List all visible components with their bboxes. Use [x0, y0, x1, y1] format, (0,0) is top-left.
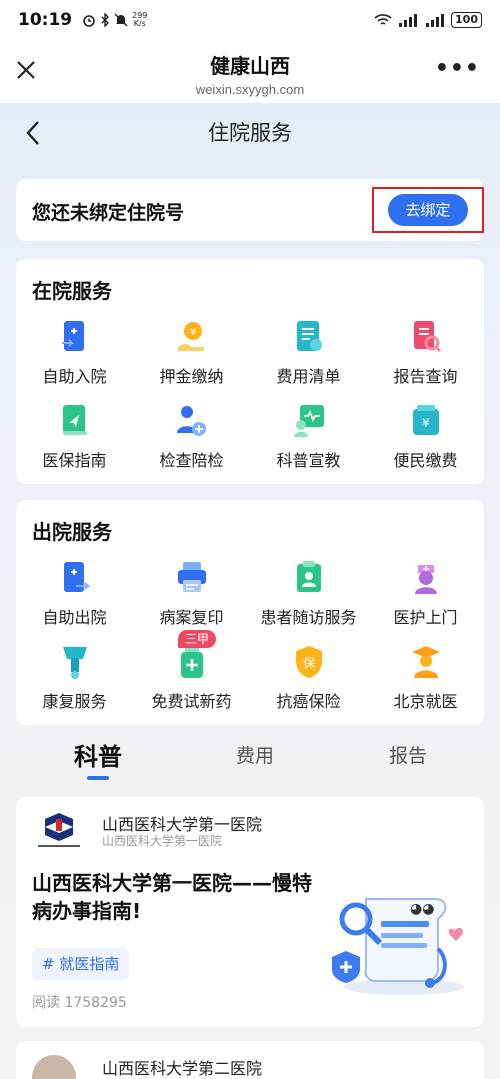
service-label: 北京就医	[393, 692, 458, 711]
miniprogram-title: 健康山西	[210, 54, 290, 78]
service-label: 患者随访服务	[260, 608, 357, 627]
inpatient-grid: 自助入院 ¥ 押金缴纳 费用清单 报告查询 医保指南 检查陪检 科普宣教 ¥ 便…	[16, 319, 484, 475]
tab-reports[interactable]: 报告	[358, 741, 458, 768]
service-expense-list[interactable]: 费用清单	[250, 319, 367, 391]
service-follow-up[interactable]: 患者随访服务	[250, 560, 367, 632]
status-right-icons: 100	[374, 12, 482, 28]
wifi-icon	[374, 14, 392, 25]
nav-bar: 住院服务	[0, 103, 500, 163]
health-education-icon	[293, 405, 324, 437]
service-label: 押金缴纳	[159, 367, 224, 386]
signal-icon	[399, 14, 418, 27]
service-insurance-guide[interactable]: 医保指南	[16, 403, 133, 475]
service-label: 报告查询	[393, 367, 458, 386]
article-tag[interactable]: # 就医指南	[32, 948, 130, 980]
beijing-doctor-icon	[411, 646, 440, 678]
service-label: 病案复印	[159, 608, 224, 627]
article-title: 山西医科大学第一医院——慢特病办事指南!	[32, 871, 312, 923]
svg-text:◕◕: ◕◕	[410, 901, 434, 917]
status-bar: 10:19 299 K/s 100	[0, 0, 500, 40]
service-cancer-insurance[interactable]: 保 抗癌保险	[250, 644, 367, 716]
svg-text:¥: ¥	[422, 416, 430, 430]
service-free-drug-trial[interactable]: 三甲 免费试新药	[133, 630, 250, 716]
service-rehab[interactable]: 康复服务	[16, 644, 133, 716]
rehab-icon	[62, 647, 87, 679]
speed-unit: K/s	[133, 19, 146, 28]
medical-document-illustration: ◕◕	[332, 898, 464, 995]
inpatient-services-card: 在院服务 自助入院 ¥ 押金缴纳 费用清单 报告查询 医保指南 检查陪检 科普宣…	[16, 259, 484, 484]
service-label: 自助出院	[42, 608, 107, 627]
service-label: 康复服务	[42, 692, 107, 711]
record-copy-icon	[177, 562, 206, 592]
svg-text:¥: ¥	[189, 327, 195, 338]
content-tabs: 科普 费用 报告	[0, 735, 500, 785]
bluetooth-icon	[101, 13, 110, 27]
close-icon[interactable]	[14, 58, 38, 82]
service-convenient-payment[interactable]: ¥ 便民缴费	[367, 403, 484, 475]
service-label: 费用清单	[276, 367, 341, 386]
exam-escort-icon	[176, 406, 206, 436]
miniprogram-url: weixin.sxyygh.com	[195, 82, 305, 97]
article-card[interactable]: 山西医科大学第一医院 山西医科大学第一医院 山西医科大学第一医院——慢特病办事指…	[16, 797, 484, 1027]
active-tab-indicator	[87, 776, 109, 780]
battery-icon: 100	[451, 12, 482, 28]
hospital-avatar	[32, 1055, 76, 1079]
service-label: 检查陪检	[159, 451, 224, 470]
service-label: 医保指南	[42, 451, 107, 470]
more-menu-icon[interactable]: •••	[435, 58, 480, 80]
bind-card: 您还未绑定住院号 去绑定	[16, 179, 484, 241]
service-self-discharge[interactable]: 自助出院	[16, 560, 133, 632]
service-label: 科普宣教	[276, 451, 341, 470]
service-home-nurse[interactable]: 医护上门	[367, 560, 484, 632]
service-health-education[interactable]: 科普宣教	[250, 403, 367, 475]
self-discharge-icon	[63, 562, 90, 592]
svg-text:保: 保	[302, 656, 314, 670]
status-time: 10:19	[18, 10, 73, 30]
mute-icon	[114, 13, 128, 27]
tab-science[interactable]: 科普	[48, 737, 148, 772]
article-read-count: 阅读 1758295	[32, 995, 127, 1011]
service-report-query[interactable]: 报告查询	[367, 319, 484, 391]
miniprogram-header: 健康山西 weixin.sxyygh.com •••	[0, 40, 500, 103]
deposit-icon: ¥	[177, 322, 204, 351]
signal-icon-2	[426, 14, 445, 27]
service-beijing-doctor[interactable]: 北京就医	[367, 644, 484, 716]
self-admission-icon	[61, 321, 84, 351]
status-left-icons: 299 K/s	[82, 12, 147, 28]
discharge-grid: 自助出院 病案复印 患者随访服务 医护上门 康复服务 三甲 免费试新药 保 抗癌…	[16, 560, 484, 716]
free-drug-trial-icon	[180, 646, 203, 678]
badge-tier-three: 三甲	[178, 630, 217, 648]
service-record-copy[interactable]: 病案复印	[133, 560, 250, 632]
service-label: 抗癌保险	[276, 692, 341, 711]
service-label: 医护上门	[393, 608, 458, 627]
convenient-payment-icon: ¥	[412, 405, 439, 435]
article-org-sub: 山西医科大学第一医院	[102, 834, 223, 848]
article-card-second[interactable]: 山西医科大学第二医院	[16, 1041, 484, 1079]
page-title: 住院服务	[208, 121, 292, 145]
alarm-icon	[83, 15, 95, 27]
service-label: 便民缴费	[393, 451, 458, 470]
discharge-heading: 出院服务	[32, 520, 112, 544]
report-query-icon	[413, 321, 441, 353]
cancer-insurance-icon: 保	[295, 646, 322, 678]
insurance-guide-icon	[62, 405, 87, 435]
bind-button[interactable]: 去绑定	[388, 194, 468, 226]
inpatient-heading: 在院服务	[32, 279, 112, 303]
network-speed: 299 K/s	[132, 12, 147, 28]
expense-list-icon	[296, 321, 322, 351]
service-deposit[interactable]: ¥ 押金缴纳	[133, 319, 250, 391]
follow-up-icon	[296, 561, 321, 592]
article-org: 山西医科大学第二医院	[102, 1059, 263, 1078]
service-self-admission[interactable]: 自助入院	[16, 319, 133, 391]
service-exam-escort[interactable]: 检查陪检	[133, 403, 250, 475]
service-label: 免费试新药	[151, 692, 232, 711]
bind-prompt: 您还未绑定住院号	[32, 202, 185, 224]
home-nurse-icon	[414, 565, 437, 594]
tab-expenses[interactable]: 费用	[205, 741, 305, 768]
discharge-services-card: 出院服务 自助出院 病案复印 患者随访服务 医护上门 康复服务 三甲 免费试新药…	[16, 500, 484, 725]
hospital-logo	[38, 813, 80, 847]
service-label: 自助入院	[42, 367, 107, 386]
